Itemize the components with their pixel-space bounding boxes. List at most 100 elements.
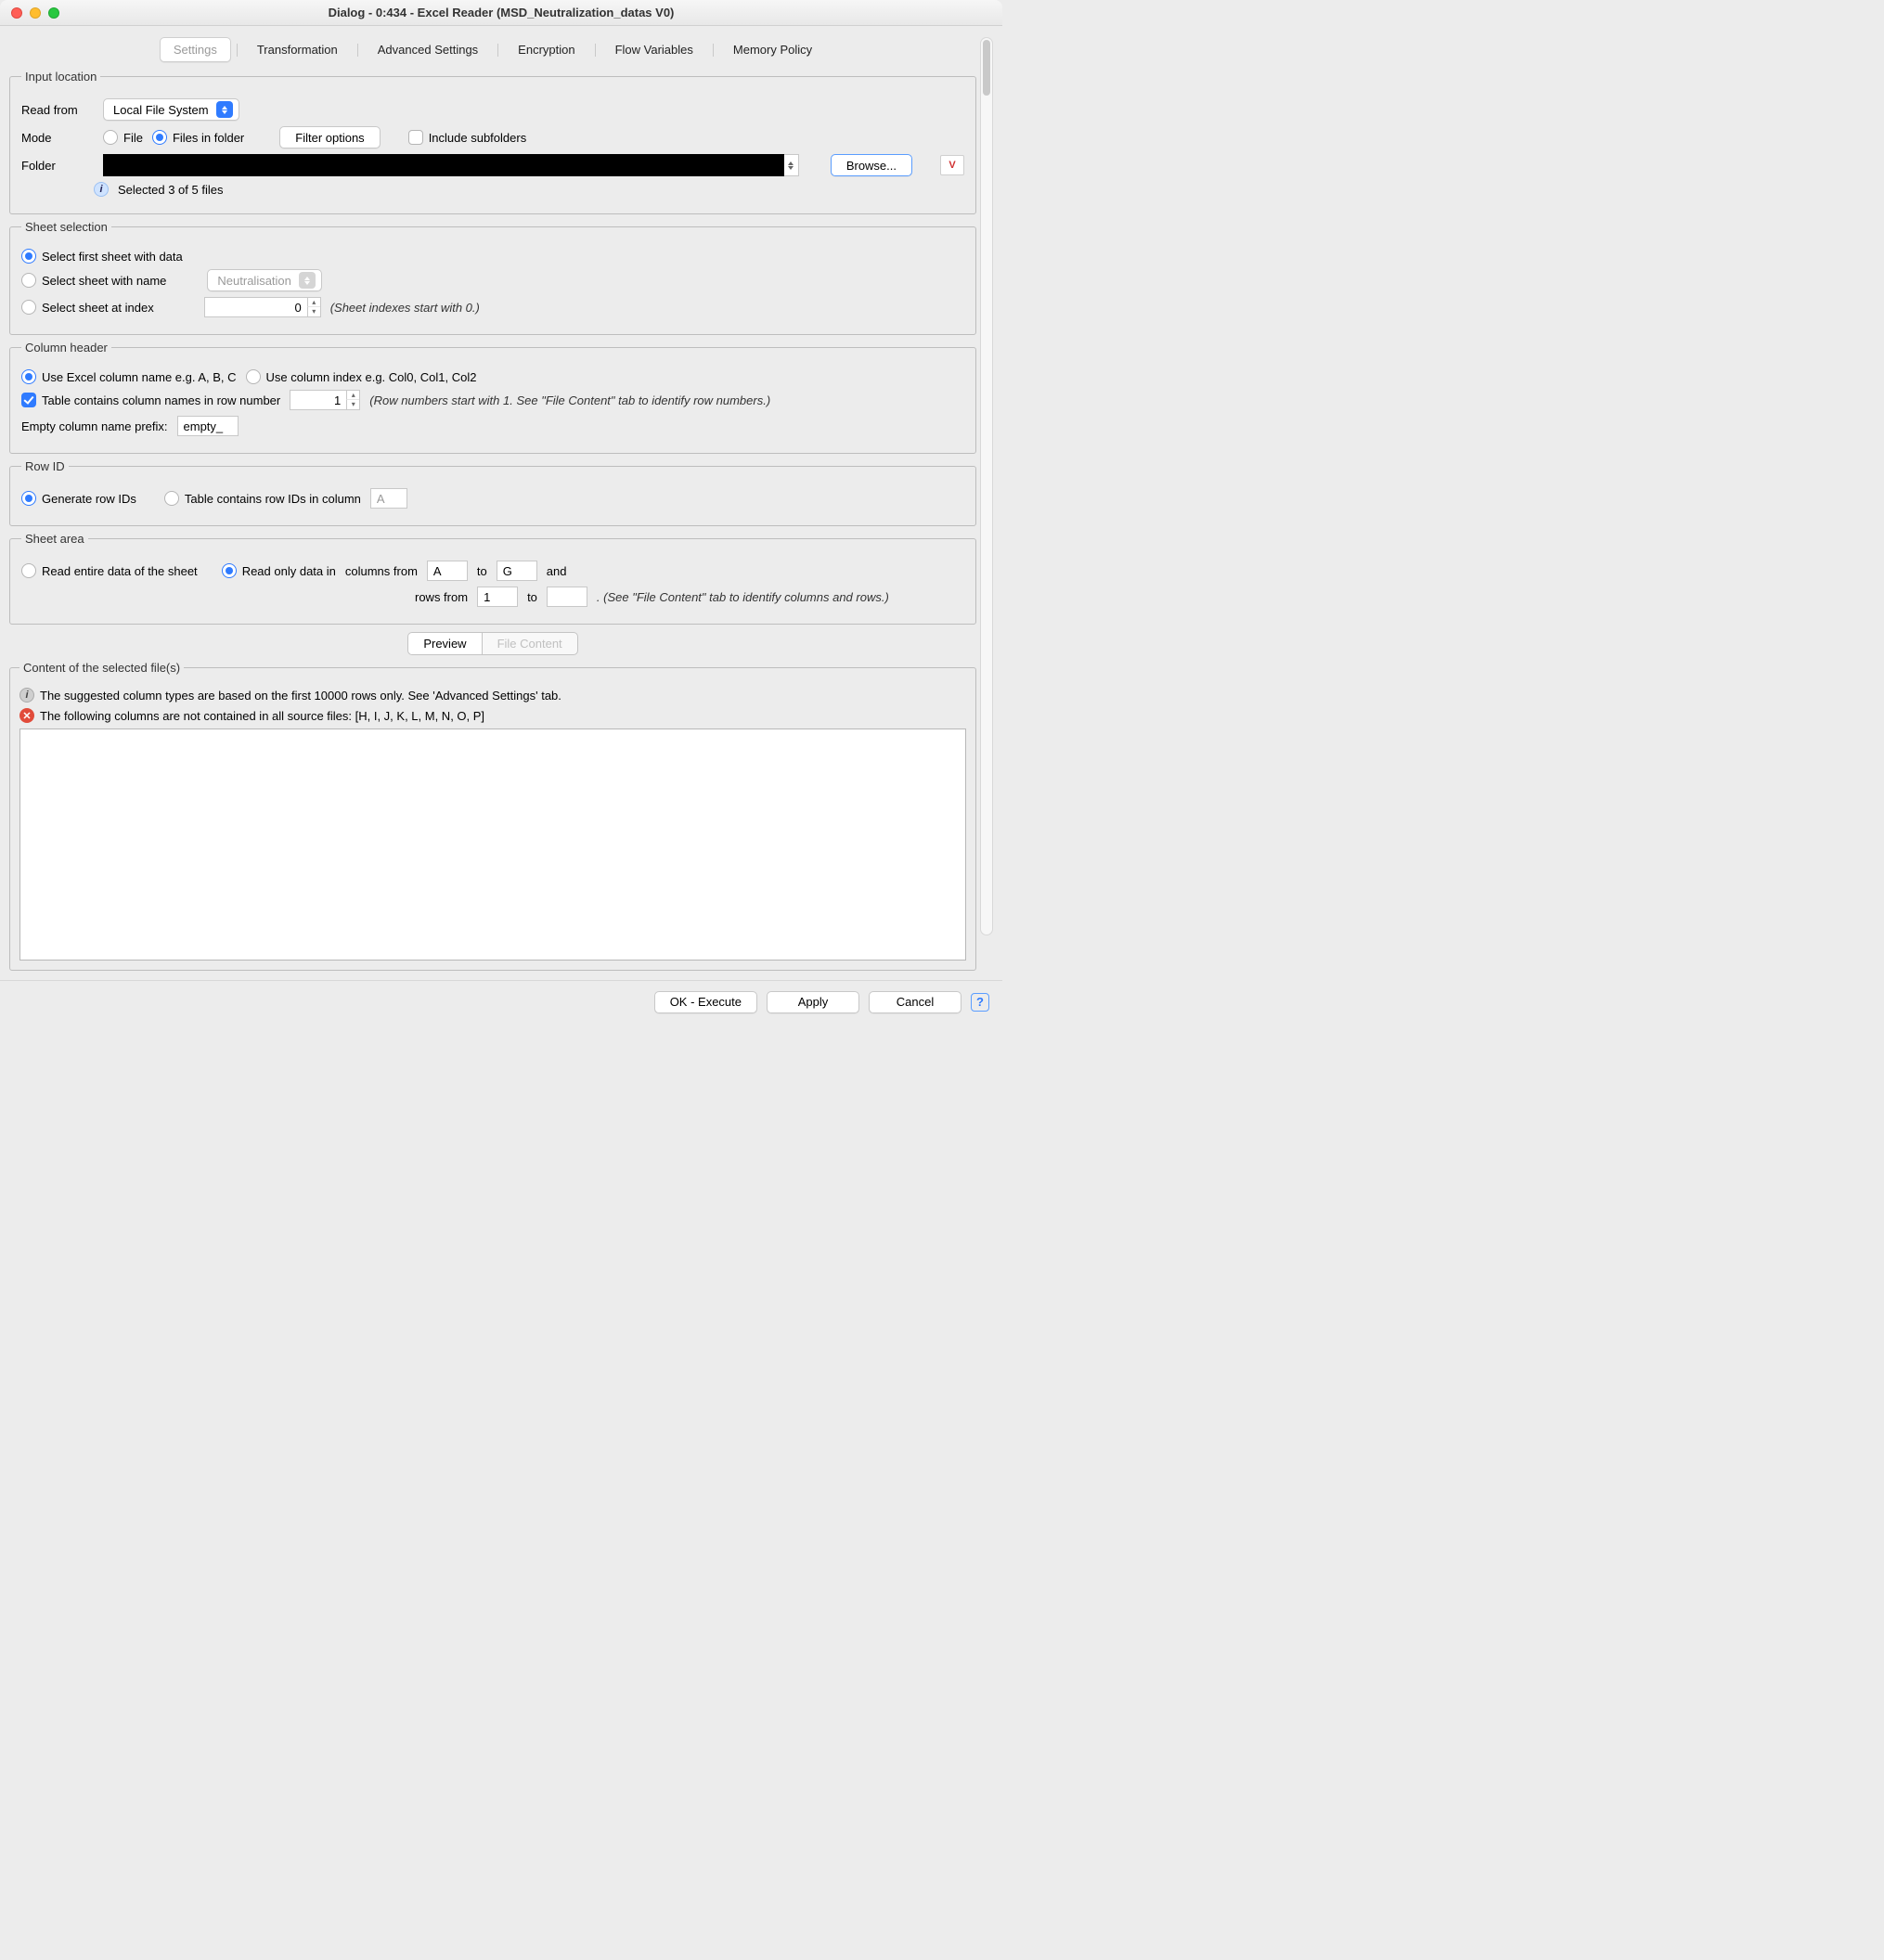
help-icon[interactable]: ? [971, 993, 989, 1012]
radio-read-entire[interactable] [21, 563, 36, 578]
group-column-header: Column header Use Excel column name e.g.… [9, 341, 976, 454]
preview-tab-file-content[interactable]: File Content [482, 632, 578, 655]
radio-mode-folder[interactable] [152, 130, 167, 145]
radio-generate-row-ids[interactable] [21, 491, 36, 506]
col-name-row-note: (Row numbers start with 1. See "File Con… [369, 393, 770, 407]
label-cols-to: to [477, 564, 487, 578]
col-name-row-spinner[interactable]: ▴▾ [290, 390, 360, 410]
cancel-button[interactable]: Cancel [869, 991, 961, 1013]
cols-from-input[interactable] [427, 561, 468, 581]
preview-data-area [19, 729, 966, 961]
folder-dropdown-icon[interactable] [784, 154, 799, 176]
preview-tab-preview[interactable]: Preview [407, 632, 481, 655]
label-mode: Mode [21, 131, 94, 145]
sheet-name-value: Neutralisation [217, 274, 291, 288]
label-excel-col-name: Use Excel column name e.g. A, B, C [42, 370, 237, 384]
label-first-sheet: Select first sheet with data [42, 250, 183, 264]
empty-prefix-input[interactable] [177, 416, 239, 436]
row-id-column-input[interactable] [370, 488, 407, 509]
error-icon: ✕ [19, 708, 34, 723]
group-preview-content: Content of the selected file(s) i The su… [9, 661, 976, 971]
label-folder: Folder [21, 159, 94, 173]
legend-row-id: Row ID [21, 459, 69, 473]
label-sheet-by-name: Select sheet with name [42, 274, 166, 288]
label-mode-folder: Files in folder [173, 131, 244, 145]
folder-status-text: Selected 3 of 5 files [118, 183, 223, 197]
label-read-from: Read from [21, 103, 94, 117]
tab-memory-policy[interactable]: Memory Policy [719, 37, 826, 62]
preview-error-text: The following columns are not contained … [40, 709, 484, 723]
label-rows-to: to [527, 590, 537, 604]
legend-input-location: Input location [21, 70, 100, 84]
read-from-combo[interactable]: Local File System [103, 98, 239, 121]
label-and: and [547, 564, 567, 578]
window-title: Dialog - 0:434 - Excel Reader (MSD_Neutr… [0, 6, 1002, 19]
radio-read-partial[interactable] [222, 563, 237, 578]
folder-path-input[interactable] [103, 154, 784, 176]
label-include-subfolders: Include subfolders [429, 131, 527, 145]
group-sheet-area: Sheet area Read entire data of the sheet… [9, 532, 976, 625]
checkbox-include-subfolders[interactable] [408, 130, 423, 145]
spinner-down-icon[interactable]: ▾ [346, 400, 359, 409]
scrollbar-thumb[interactable] [983, 40, 990, 96]
tab-encryption[interactable]: Encryption [504, 37, 588, 62]
sheet-index-note: (Sheet indexes start with 0.) [330, 301, 480, 315]
chevron-updown-icon [216, 101, 233, 118]
ok-execute-button[interactable]: OK - Execute [654, 991, 757, 1013]
legend-sheet-area: Sheet area [21, 532, 88, 546]
checkbox-table-contains-col-names[interactable] [21, 393, 36, 407]
sheet-index-input[interactable] [205, 298, 307, 316]
dialog-footer: OK - Execute Apply Cancel ? [0, 980, 1002, 1023]
preview-tab-bar: Preview File Content [9, 632, 976, 655]
label-sheet-by-index: Select sheet at index [42, 301, 154, 315]
info-icon: i [19, 688, 34, 703]
rows-to-input[interactable] [547, 587, 587, 607]
group-row-id: Row ID Generate row IDs Table contains r… [9, 459, 976, 526]
group-input-location: Input location Read from Local File Syst… [9, 70, 976, 214]
radio-col-index[interactable] [246, 369, 261, 384]
rows-note: . (See "File Content" tab to identify co… [597, 590, 889, 604]
sheet-index-spinner[interactable]: ▴▾ [204, 297, 321, 317]
apply-button[interactable]: Apply [767, 991, 859, 1013]
tab-advanced-settings[interactable]: Advanced Settings [364, 37, 492, 62]
legend-column-header: Column header [21, 341, 111, 355]
label-empty-prefix: Empty column name prefix: [21, 419, 168, 433]
rows-from-input[interactable] [477, 587, 518, 607]
legend-sheet-selection: Sheet selection [21, 220, 111, 234]
radio-mode-file[interactable] [103, 130, 118, 145]
tab-settings[interactable]: Settings [160, 37, 231, 62]
label-row-ids-in-column: Table contains row IDs in column [185, 492, 361, 506]
info-icon: i [94, 182, 109, 197]
label-read-entire: Read entire data of the sheet [42, 564, 198, 578]
radio-sheet-by-index[interactable] [21, 300, 36, 315]
label-rows-from: rows from [415, 590, 468, 604]
browse-button[interactable]: Browse... [831, 154, 912, 176]
spinner-down-icon[interactable]: ▾ [307, 307, 320, 316]
label-table-contains: Table contains column names in row numbe… [42, 393, 280, 407]
filter-options-button[interactable]: Filter options [279, 126, 380, 148]
col-name-row-input[interactable] [290, 391, 346, 409]
cols-to-input[interactable] [497, 561, 537, 581]
preview-info-text: The suggested column types are based on … [40, 689, 561, 703]
radio-sheet-by-name[interactable] [21, 273, 36, 288]
flow-variable-icon[interactable]: V [940, 155, 964, 175]
label-generate-row-ids: Generate row IDs [42, 492, 136, 506]
radio-row-ids-in-column[interactable] [164, 491, 179, 506]
sheet-name-combo[interactable]: Neutralisation [207, 269, 322, 291]
spinner-up-icon[interactable]: ▴ [307, 298, 320, 307]
radio-excel-col-name[interactable] [21, 369, 36, 384]
label-read-partial: Read only data in [242, 564, 336, 578]
group-sheet-selection: Sheet selection Select first sheet with … [9, 220, 976, 335]
label-cols-from: columns from [345, 564, 418, 578]
spinner-up-icon[interactable]: ▴ [346, 391, 359, 400]
read-from-value: Local File System [113, 103, 209, 117]
tab-flow-variables[interactable]: Flow Variables [601, 37, 707, 62]
label-mode-file: File [123, 131, 143, 145]
vertical-scrollbar[interactable] [980, 37, 993, 935]
window-titlebar: Dialog - 0:434 - Excel Reader (MSD_Neutr… [0, 0, 1002, 26]
tab-transformation[interactable]: Transformation [243, 37, 352, 62]
tab-bar: Settings Transformation Advanced Setting… [9, 37, 976, 62]
chevron-updown-icon [299, 272, 316, 289]
legend-preview-content: Content of the selected file(s) [19, 661, 184, 675]
radio-first-sheet[interactable] [21, 249, 36, 264]
